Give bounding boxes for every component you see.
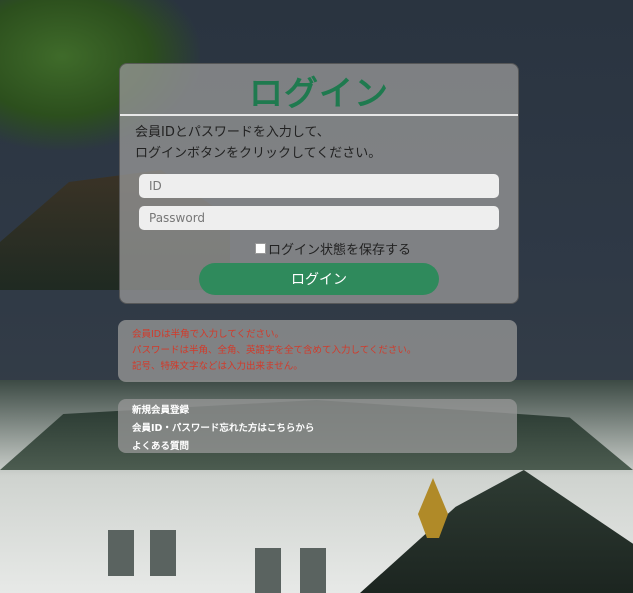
remember-login-option[interactable]: ログイン状態を保存する (255, 239, 411, 258)
title-divider (120, 114, 518, 116)
forgot-credentials-link[interactable]: 会員ID・パスワード忘れた方はこちらから (132, 420, 314, 434)
input-notice-panel: 会員IDは半角で入力してください。 パスワードは半角、全角、英語字を全て含めて入… (118, 320, 517, 382)
instruction-line-1: 会員IDとパスワードを入力して、 (135, 125, 330, 140)
remember-login-label: ログイン状態を保存する (268, 243, 412, 258)
background-window (300, 548, 326, 593)
password-input[interactable] (139, 206, 499, 230)
input-notice: 会員IDは半角で入力してください。 パスワードは半角、全角、英語字を全て含めて入… (132, 327, 416, 375)
background-window (108, 530, 134, 576)
notice-line-2: パスワードは半角、全角、英語字を全て含めて入力してください。 (132, 345, 417, 356)
login-instructions: 会員IDとパスワードを入力して、 ログインボタンをクリックしてください。 (135, 122, 381, 164)
login-panel: ログイン 会員IDとパスワードを入力して、 ログインボタンをクリックしてください… (119, 63, 519, 304)
register-link[interactable]: 新規会員登録 (132, 402, 189, 416)
notice-line-1: 会員IDは半角で入力してください。 (132, 329, 285, 340)
background-window (150, 530, 176, 576)
background-window (255, 548, 281, 593)
instruction-line-2: ログインボタンをクリックしてください。 (135, 146, 382, 161)
id-input[interactable] (139, 174, 499, 198)
remember-login-checkbox[interactable] (255, 243, 266, 254)
login-title: ログイン (249, 74, 389, 114)
faq-link[interactable]: よくある質問 (132, 438, 189, 452)
notice-line-3: 記号、特殊文字などは入力出来ません。 (132, 361, 303, 372)
login-button[interactable]: ログイン (199, 263, 439, 295)
help-links-panel: 新規会員登録 会員ID・パスワード忘れた方はこちらから よくある質問 (118, 399, 517, 453)
